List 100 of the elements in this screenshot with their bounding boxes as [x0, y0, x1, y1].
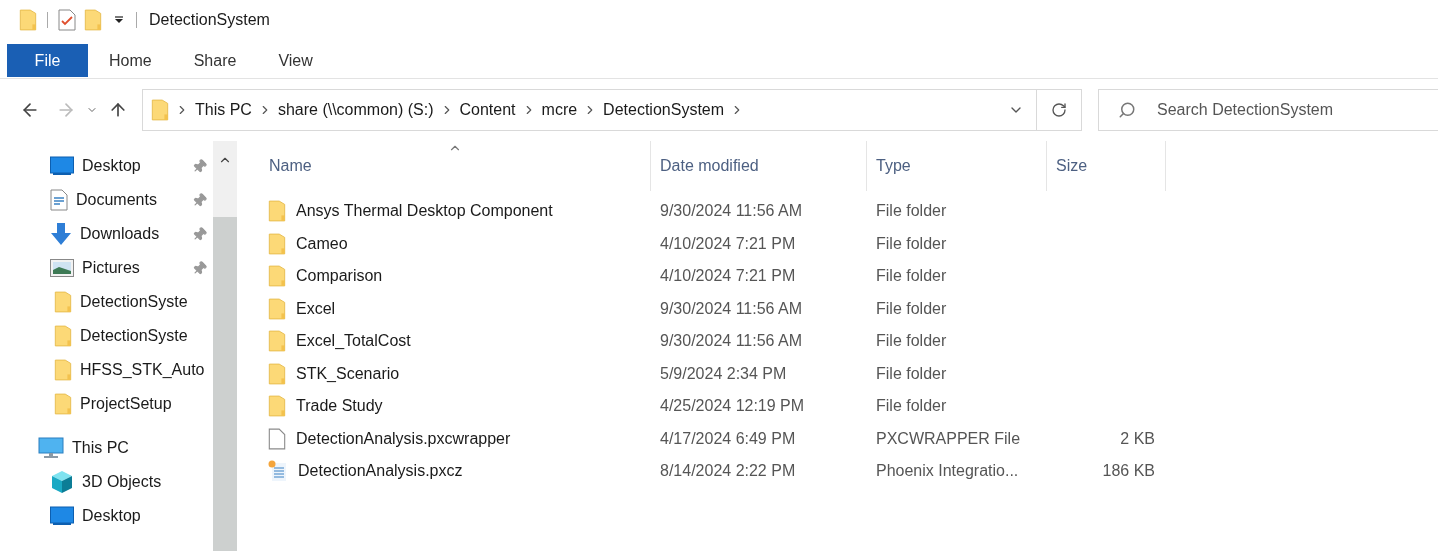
- navigation-label: 3D Objects: [82, 472, 163, 492]
- blank-file-icon: [268, 427, 286, 450]
- refresh-icon: [1051, 102, 1067, 118]
- window-title: DetectionSystem: [149, 10, 270, 30]
- navigation-item[interactable]: This PC: [0, 431, 213, 465]
- folder-icon: [268, 232, 286, 255]
- date-modified-cell-text: 4/17/2024 6:49 PM: [659, 428, 797, 449]
- date-modified-cell-text: 8/14/2024 2:22 PM: [659, 461, 797, 482]
- ribbon-tab[interactable]: View: [257, 44, 334, 77]
- computer-icon: [38, 437, 64, 459]
- size-cell-text: 186 KB: [1102, 461, 1155, 482]
- navigation-label: HFSS_STK_Auto: [80, 360, 206, 380]
- ribbon-tab[interactable]: File: [7, 44, 88, 77]
- ribbon-tab[interactable]: Home: [88, 44, 173, 77]
- column-header[interactable]: Name: [260, 141, 651, 191]
- file-name: DetectionAnalysis.pxcz: [298, 461, 463, 482]
- type-cell-text: File folder: [875, 233, 948, 254]
- navigation-label: Pictures: [82, 258, 141, 278]
- search-icon: [1118, 101, 1136, 119]
- type-cell-text: Phoenix Integratio...: [875, 461, 1020, 482]
- file-name: Comparison: [296, 266, 383, 287]
- monitor-icon: [50, 506, 74, 526]
- date-modified-cell-text: 9/30/2024 11:56 AM: [659, 331, 804, 352]
- file-name: Ansys Thermal Desktop Component: [296, 201, 553, 222]
- breadcrumb[interactable]: mcre: [541, 98, 578, 122]
- scrollbar-thumb[interactable]: [213, 217, 237, 551]
- navigation-item[interactable]: DetectionSyste: [0, 285, 213, 319]
- type-cell-text: File folder: [875, 363, 948, 384]
- date-modified-cell-text: 9/30/2024 11:56 AM: [659, 298, 804, 319]
- folder-icon: [268, 362, 286, 385]
- folder-icon: [268, 200, 286, 223]
- folder-icon: [19, 9, 37, 31]
- text-file-icon: [268, 460, 288, 483]
- dropdown-icon[interactable]: [114, 15, 124, 25]
- date-modified-cell-text: 5/9/2024 2:34 PM: [659, 363, 788, 384]
- navigation-label: DetectionSyste: [80, 292, 189, 312]
- file-row[interactable]: Ansys Thermal Desktop Component 9/30/2024 11:56 AM File folder: [260, 195, 1438, 228]
- file-name: STK_Scenario: [296, 363, 400, 384]
- file-row[interactable]: Excel 9/30/2024 11:56 AM File folder: [260, 292, 1438, 325]
- type-cell-text: File folder: [875, 396, 948, 417]
- navigation-item[interactable]: Pictures: [0, 251, 213, 285]
- navigation-label: Downloads: [80, 224, 161, 244]
- file-row[interactable]: Cameo 4/10/2024 7:21 PM File folder: [260, 227, 1438, 260]
- cube-icon: [50, 470, 74, 494]
- file-row[interactable]: DetectionAnalysis.pxcz 8/14/2024 2:22 PM Phoenix Integratio... 186 KB: [260, 455, 1438, 488]
- folder-icon: [151, 99, 169, 121]
- navigation-item[interactable]: Desktop: [0, 499, 213, 533]
- new-folder-icon: [84, 9, 102, 31]
- navigation-label: Desktop: [82, 506, 142, 526]
- column-header[interactable]: Date modified: [651, 141, 867, 191]
- date-modified-cell-text: 4/10/2024 7:21 PM: [659, 233, 797, 254]
- file-row[interactable]: DetectionAnalysis.pxcwrapper 4/17/2024 6:49 PM PXCWRAPPER File 2 KB: [260, 422, 1438, 455]
- navigation-item[interactable]: HFSS_STK_Auto: [0, 353, 213, 387]
- folder-icon: [54, 325, 72, 347]
- file-row[interactable]: Comparison 4/10/2024 7:21 PM File folder: [260, 260, 1438, 293]
- document-icon: [50, 189, 68, 211]
- navigation-label: DetectionSyste: [80, 326, 189, 346]
- navigation-item[interactable]: Desktop: [0, 149, 213, 183]
- breadcrumb[interactable]: share (\\common) (S:): [277, 98, 434, 122]
- type-cell-text: File folder: [875, 331, 948, 352]
- navigation-label: Desktop: [82, 156, 142, 176]
- navigation-item[interactable]: ProjectSetup: [0, 387, 213, 421]
- breadcrumb[interactable]: This PC: [195, 98, 252, 122]
- navigation-item[interactable]: Documents: [0, 183, 213, 217]
- navigation-item[interactable]: Downloads: [0, 217, 213, 251]
- navigation-item[interactable]: 3D Objects: [0, 465, 213, 499]
- folder-icon: [54, 291, 72, 313]
- column-header[interactable]: Size: [1047, 141, 1166, 191]
- type-cell-text: PXCWRAPPER File: [875, 428, 1022, 449]
- search-field[interactable]: Search DetectionSystem: [1098, 89, 1438, 131]
- file-name: DetectionAnalysis.pxcwrapper: [296, 428, 511, 449]
- properties-icon[interactable]: [58, 9, 76, 31]
- file-name: Cameo: [296, 233, 348, 254]
- monitor-icon: [50, 156, 74, 176]
- folder-icon: [268, 330, 286, 353]
- folder-icon: [54, 359, 72, 381]
- navigation-label: ProjectSetup: [80, 394, 173, 414]
- date-modified-cell-text: 4/10/2024 7:21 PM: [659, 266, 797, 287]
- download-arrow-icon: [50, 222, 72, 246]
- type-cell-text: File folder: [875, 266, 948, 287]
- folder-icon: [268, 395, 286, 418]
- type-cell-text: File folder: [875, 298, 948, 319]
- date-modified-cell-text: 4/25/2024 12:19 PM: [659, 396, 806, 417]
- navigation-item[interactable]: DetectionSyste: [0, 319, 213, 353]
- breadcrumb[interactable]: Content: [459, 98, 516, 122]
- navigation-label: This PC: [72, 438, 130, 458]
- file-name: Trade Study: [296, 396, 383, 417]
- folder-icon: [268, 265, 286, 288]
- ribbon-tab[interactable]: Share: [172, 44, 258, 77]
- address-bar[interactable]: This PC share (\\common) (S:) Content mcre DetectionSystem: [142, 89, 1082, 131]
- breadcrumb[interactable]: DetectionSystem: [603, 98, 725, 122]
- picture-icon: [50, 259, 74, 277]
- folder-icon: [54, 393, 72, 415]
- file-row[interactable]: Excel_TotalCost 9/30/2024 11:56 AM File folder: [260, 325, 1438, 358]
- file-row[interactable]: Trade Study 4/25/2024 12:19 PM File folder: [260, 390, 1438, 423]
- column-header[interactable]: Type: [867, 141, 1047, 191]
- type-cell-text: File folder: [875, 201, 948, 222]
- file-row[interactable]: STK_Scenario 5/9/2024 2:34 PM File folder: [260, 357, 1438, 390]
- scrollbar[interactable]: [213, 141, 237, 551]
- navigation-label: Documents: [76, 190, 158, 210]
